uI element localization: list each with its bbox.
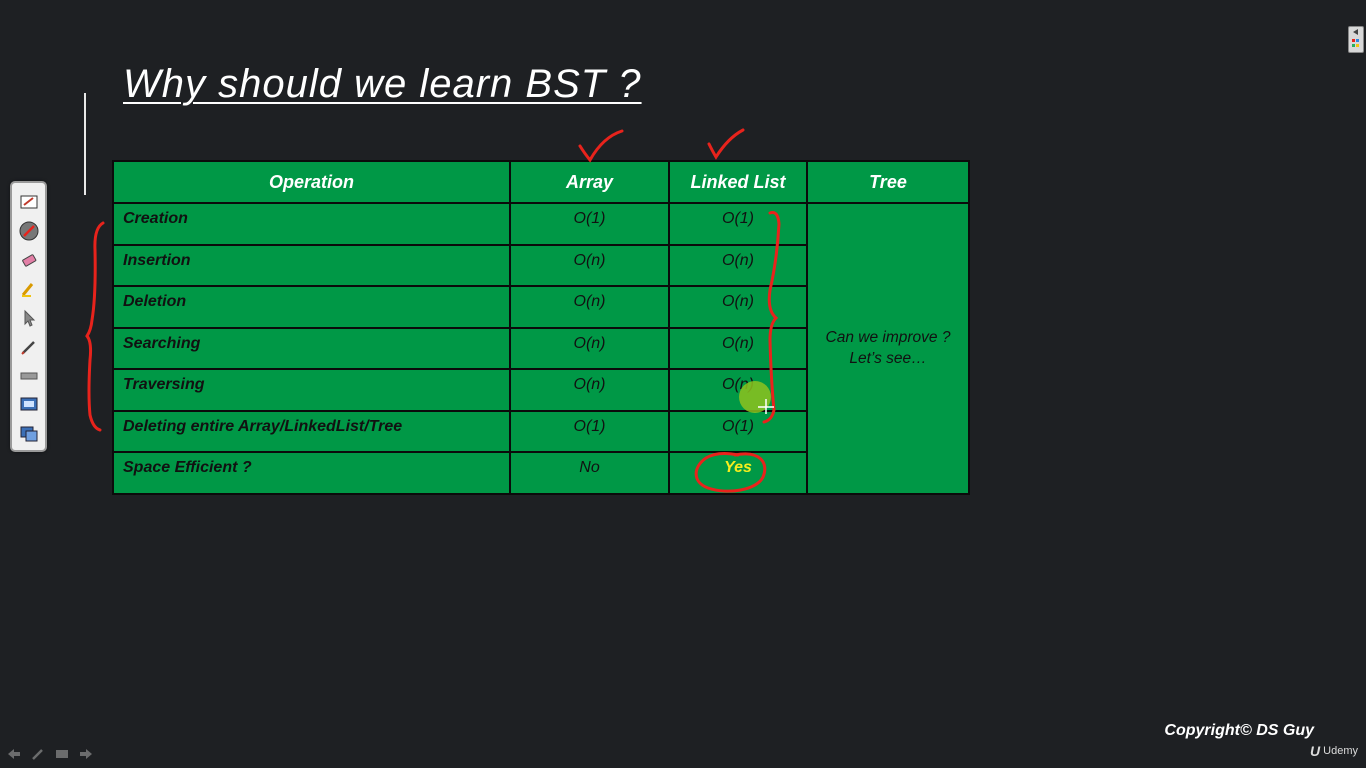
udemy-watermark: U Udemy xyxy=(1310,743,1358,759)
bracket-operations-annotation xyxy=(85,221,105,432)
line-icon[interactable] xyxy=(17,364,41,388)
operation-cell: Deleting entire Array/LinkedList/Tree xyxy=(112,409,511,453)
pointer-icon[interactable] xyxy=(17,306,41,330)
playback-controls xyxy=(6,746,94,762)
window-capture-icon[interactable] xyxy=(17,422,41,446)
operation-cell: Insertion xyxy=(112,243,511,287)
array-cell: O(n) xyxy=(509,326,670,370)
drawing-settings-widget[interactable] xyxy=(1348,26,1364,53)
operation-cell: Space Efficient ? xyxy=(112,451,511,495)
whiteboard-icon[interactable] xyxy=(17,190,41,214)
tree-note-cell: Can we improve ? Let’s see… xyxy=(806,202,970,495)
lecture-slide: Why should we learn BST ? Operation Arra… xyxy=(0,0,1366,768)
column-header-operation: Operation xyxy=(112,160,511,204)
slide-menu-icon[interactable] xyxy=(54,746,70,762)
operation-cell: Searching xyxy=(112,326,511,370)
page-title: Why should we learn BST ? xyxy=(123,62,642,106)
checkmark-array-annotation xyxy=(578,129,624,163)
operation-cell: Creation xyxy=(112,202,511,246)
array-cell: O(n) xyxy=(509,285,670,329)
table-header-row: Operation Array Linked List Tree xyxy=(112,160,970,204)
eraser-icon[interactable] xyxy=(17,248,41,272)
text-cursor-bar xyxy=(84,93,86,195)
next-slide-icon[interactable] xyxy=(78,746,94,762)
pen-tool-icon[interactable] xyxy=(30,746,46,762)
pen-icon[interactable] xyxy=(17,335,41,359)
previous-slide-icon[interactable] xyxy=(6,746,22,762)
screen-capture-icon[interactable] xyxy=(17,393,41,417)
linked-list-cell: O(n) xyxy=(668,243,808,287)
tree-note-line: Let’s see… xyxy=(849,350,927,368)
pen-toolbar xyxy=(10,181,47,452)
operation-cell: Deletion xyxy=(112,285,511,329)
linked-list-cell: O(n) xyxy=(668,326,808,370)
array-cell: No xyxy=(509,451,670,495)
comparison-table: Operation Array Linked List Tree Creatio… xyxy=(112,160,970,495)
table-row: Creation O(1) O(1) Can we improve ? Let’… xyxy=(112,202,970,495)
tree-note-line: Can we improve ? xyxy=(825,329,951,347)
array-cell: O(1) xyxy=(509,202,670,246)
column-header-array: Array xyxy=(509,160,670,204)
array-cell: O(n) xyxy=(509,368,670,412)
brand-label: Udemy xyxy=(1323,745,1358,757)
udemy-logo-icon: U xyxy=(1310,743,1321,759)
column-header-tree: Tree xyxy=(806,160,970,204)
highlighter-icon[interactable] xyxy=(17,277,41,301)
checkmark-linked-list-annotation xyxy=(707,128,745,160)
linked-list-cell: O(1) xyxy=(668,409,808,453)
linked-list-cell: O(1) xyxy=(668,202,808,246)
pen-settings-icon[interactable] xyxy=(17,219,41,243)
column-header-linked-list: Linked List xyxy=(668,160,808,204)
operation-cell: Traversing xyxy=(112,368,511,412)
linked-list-cell: O(n) xyxy=(668,368,808,412)
copyright-notice: Copyright© DS Guy xyxy=(1164,722,1314,739)
array-cell: O(n) xyxy=(509,243,670,287)
linked-list-cell-highlighted: Yes xyxy=(668,451,808,495)
array-cell: O(1) xyxy=(509,409,670,453)
linked-list-cell: O(n) xyxy=(668,285,808,329)
